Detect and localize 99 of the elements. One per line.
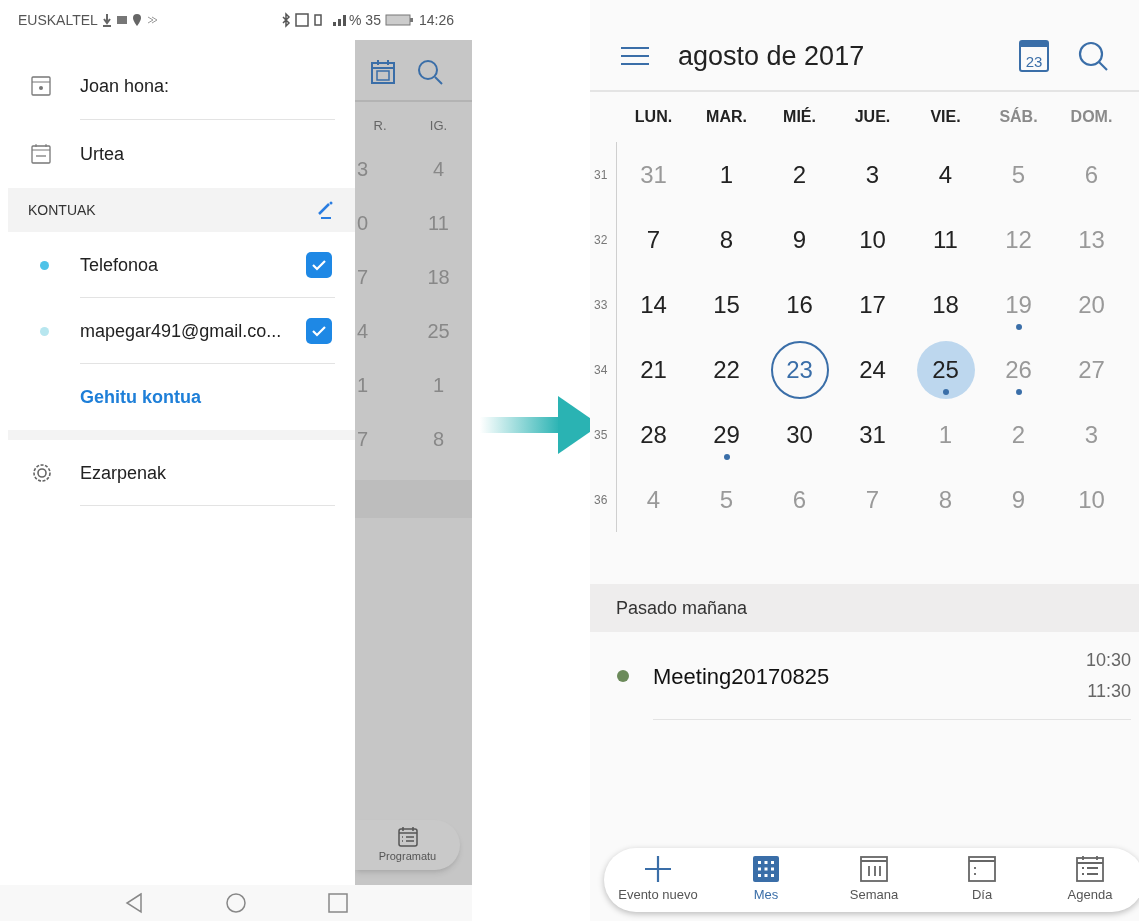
checkmark-icon <box>311 257 327 273</box>
account-name: mapegar491@gmail.co... <box>80 319 282 343</box>
calendar-icon <box>370 59 396 85</box>
schedule-button[interactable]: Programatu <box>355 820 460 870</box>
weekday-label: JUE. <box>853 107 892 127</box>
weekday-label: LUN. <box>633 107 674 127</box>
carrier-name: EUSKALTEL <box>18 10 98 30</box>
search-icon[interactable] <box>416 58 444 86</box>
week-number: 31 <box>593 166 609 184</box>
menu-item[interactable]: Urtea <box>80 140 124 168</box>
day-number: 18 <box>426 265 451 290</box>
calendar-icon <box>30 75 52 97</box>
menu-icon[interactable] <box>620 45 650 67</box>
agenda-header: Pasado mañana <box>616 596 748 620</box>
day-number[interactable]: 8 <box>697 210 756 269</box>
location-pin-icon <box>131 12 142 28</box>
day-number: 7 <box>356 265 370 290</box>
checkbox[interactable] <box>306 318 332 344</box>
day-number[interactable]: 29 <box>697 405 756 464</box>
week-calendar-icon <box>860 855 888 884</box>
day-number[interactable]: 7 <box>624 210 683 269</box>
battery-percent: % 35 <box>349 10 381 30</box>
month-grid-icon <box>752 855 780 884</box>
weekday-label: DOM. <box>1069 107 1114 127</box>
day-number[interactable]: 25 <box>916 340 975 399</box>
day-number: 4 <box>431 157 446 182</box>
year-calendar-icon <box>30 143 52 165</box>
weekday-label: MAR. <box>705 107 748 127</box>
week-number: 34 <box>593 361 609 379</box>
checkmark-icon <box>311 323 327 339</box>
event-title[interactable]: Meeting20170825 <box>653 659 830 693</box>
day-number[interactable]: 21 <box>624 340 683 399</box>
today-button[interactable]: 23 <box>1019 40 1049 72</box>
weekday-label: MIÉ. <box>782 106 817 127</box>
back-icon[interactable] <box>123 892 145 914</box>
nav-tab[interactable]: Día <box>928 855 1036 905</box>
settings-icon <box>30 461 54 485</box>
battery-icon <box>384 13 415 27</box>
home-icon[interactable] <box>225 892 247 914</box>
day-number: 0 <box>356 211 370 236</box>
weekday-label: R. <box>372 117 388 136</box>
day-number[interactable]: 31 <box>843 405 902 464</box>
bluetooth-icon <box>281 12 292 28</box>
weekday-label: IG. <box>428 117 449 136</box>
day-number[interactable]: 14 <box>624 275 683 334</box>
day-number[interactable]: 3 <box>843 145 902 204</box>
nav-tab[interactable]: Mes <box>712 855 820 905</box>
nav-tab[interactable]: Semana <box>820 855 928 905</box>
day-number[interactable]: 16 <box>770 275 829 334</box>
menu-item[interactable]: Ezarpenak <box>80 459 167 487</box>
day-number: 1 <box>356 373 370 398</box>
event-end-time: 11:30 <box>1087 680 1131 703</box>
recent-apps-icon[interactable] <box>327 892 349 914</box>
account-name: Telefonoa <box>80 253 159 277</box>
nfc-icon <box>295 12 310 28</box>
vibrate-icon <box>313 12 324 28</box>
day-number: 1 <box>431 373 446 398</box>
add-account-link[interactable]: Gehitu kontua <box>80 383 201 411</box>
day-number[interactable]: 23 <box>770 340 829 399</box>
nav-tab[interactable]: Agenda <box>1036 855 1139 905</box>
day-number[interactable]: 9 <box>770 210 829 269</box>
week-number: 33 <box>593 296 609 314</box>
day-number[interactable]: 15 <box>697 275 756 334</box>
nav-tab[interactable]: Evento nuevo <box>604 855 712 905</box>
day-number: 7 <box>356 427 370 452</box>
day-number: 25 <box>426 319 451 344</box>
day-number[interactable]: 11 <box>916 210 975 269</box>
agenda-list-icon <box>1076 855 1104 884</box>
checkbox[interactable] <box>306 252 332 278</box>
day-number[interactable]: 2 <box>770 145 829 204</box>
day-number[interactable]: 10 <box>843 210 902 269</box>
weekday-label: SÁB. <box>998 106 1039 127</box>
section-header: KONTUAK <box>28 200 96 220</box>
day-number: 3 <box>356 157 370 182</box>
day-number: 11 <box>427 211 450 236</box>
agenda-icon <box>396 825 419 848</box>
plus-icon <box>644 855 672 884</box>
weekday-label: VIE. <box>929 107 962 127</box>
download-icon <box>101 12 112 28</box>
day-number[interactable]: 18 <box>916 275 975 334</box>
clock-time: 14:26 <box>418 10 454 30</box>
event-start-time: 10:30 <box>1085 649 1131 672</box>
menu-item[interactable]: Joan hona: <box>80 72 170 100</box>
week-number: 32 <box>593 231 609 249</box>
day-number[interactable]: 1 <box>697 145 756 204</box>
day-number[interactable]: 24 <box>843 340 902 399</box>
search-icon[interactable] <box>1077 40 1109 72</box>
day-number[interactable]: 4 <box>916 145 975 204</box>
signal-icon <box>331 12 348 28</box>
week-number: 35 <box>593 426 609 444</box>
day-calendar-icon <box>968 855 996 884</box>
day-number[interactable]: 22 <box>697 340 756 399</box>
day-number[interactable]: 17 <box>843 275 902 334</box>
day-number[interactable]: 30 <box>770 405 829 464</box>
day-number: 4 <box>356 319 370 344</box>
day-number: 8 <box>431 427 446 452</box>
month-title: agosto de 2017 <box>678 39 865 73</box>
day-number[interactable]: 28 <box>624 405 683 464</box>
week-number: 36 <box>593 491 609 509</box>
